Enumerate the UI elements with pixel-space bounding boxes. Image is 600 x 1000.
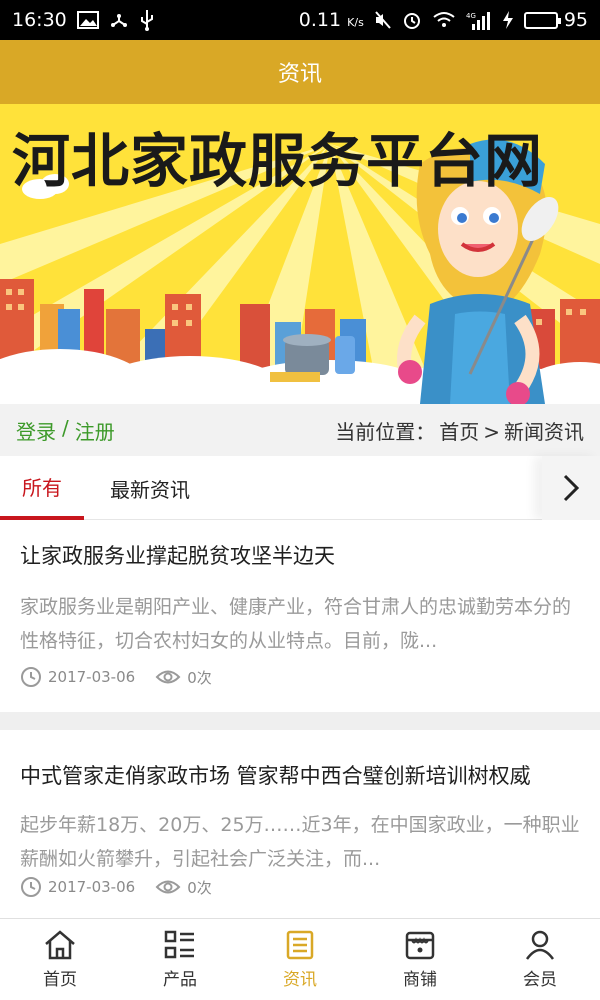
- nav-products[interactable]: 产品: [120, 919, 240, 1000]
- status-left: 16:30: [12, 9, 155, 31]
- eye-icon: [155, 880, 181, 894]
- nav-shop[interactable]: 商铺: [360, 919, 480, 1000]
- breadcrumb-prefix: 当前位置：: [335, 419, 436, 444]
- breadcrumb-arrow: >: [483, 419, 500, 444]
- news-summary: 家政服务业是朝阳产业、健康产业，符合甘肃人的忠诚勤劳本分的性格特征，切合农村妇女…: [20, 596, 572, 652]
- news-meta: 2017-03-06 0次: [20, 666, 224, 688]
- list-icon: [164, 930, 194, 959]
- signal-label: 4G: [466, 12, 476, 20]
- banner-title: 河北家政服务平台网: [12, 127, 544, 195]
- battery-icon: [523, 11, 561, 29]
- net-speed: 0.11 K/s: [298, 9, 364, 31]
- news-views: 0次: [155, 667, 212, 688]
- news-item[interactable]: 中式管家走俏家政市场 管家帮中西合璧创新培训树权威 起步年薪18万、20万、25…: [0, 730, 600, 920]
- news-date: 2017-03-06: [20, 666, 135, 688]
- clock-icon: [21, 877, 41, 897]
- news-date-text: 2017-03-06: [48, 668, 136, 686]
- bottom-nav: 首页 产品 资讯 商铺 会员: [0, 918, 600, 1000]
- clock-icon: [21, 667, 41, 687]
- signal-icon: 4G: [466, 10, 492, 30]
- news-item[interactable]: 让家政服务业撑起脱贫攻坚半边天 家政服务业是朝阳产业、健康产业，符合甘肃人的忠诚…: [0, 520, 600, 712]
- news-date-text: 2017-03-06: [48, 878, 136, 896]
- status-time: 16:30: [12, 9, 67, 31]
- news-date: 2017-03-06: [20, 876, 135, 898]
- login-register: 登录 / 注册: [16, 416, 115, 445]
- battery-indicator: 95: [523, 9, 588, 31]
- tab-latest-news[interactable]: 最新资讯: [90, 456, 210, 520]
- list-divider: [0, 712, 600, 730]
- news-summary: 起步年薪18万、20万、25万……近3年，在中国家政业，一种职业薪酬如火箭攀升，…: [20, 814, 580, 870]
- breadcrumb-current: 新闻资讯: [504, 419, 584, 444]
- shop-icon: [405, 931, 435, 960]
- news-views: 0次: [155, 877, 212, 898]
- home-icon: [45, 930, 75, 960]
- location-bar: 登录 / 注册 当前位置： 首页 > 新闻资讯: [0, 404, 600, 456]
- news-title[interactable]: 让家政服务业撑起脱贫攻坚半边天: [20, 540, 580, 570]
- usb-icon: [139, 9, 155, 31]
- nav-products-label: 产品: [163, 970, 197, 990]
- chevron-right-icon: [563, 474, 580, 502]
- news-list: 让家政服务业撑起脱贫攻坚半边天 家政服务业是朝阳产业、健康产业，符合甘肃人的忠诚…: [0, 520, 600, 918]
- gallery-icon: [76, 11, 99, 29]
- news-views-text: 0次: [187, 668, 212, 687]
- category-tabs: 所有 最新资讯: [0, 456, 600, 520]
- charging-icon: [502, 10, 514, 30]
- nav-home-label: 首页: [43, 970, 77, 990]
- tab-all[interactable]: 所有: [0, 456, 84, 520]
- user-icon: [525, 930, 555, 960]
- banner[interactable]: 河北家政服务平台网: [0, 104, 600, 404]
- nav-home[interactable]: 首页: [0, 919, 120, 1000]
- app-header: 资讯: [0, 40, 600, 104]
- login-divider: /: [62, 415, 69, 440]
- status-right: 0.11 K/s 4G 95: [299, 9, 588, 31]
- eye-icon: [155, 670, 181, 684]
- breadcrumb-home[interactable]: 首页: [439, 420, 479, 444]
- tabs-next-button[interactable]: [542, 456, 600, 520]
- news-icon: [286, 930, 314, 960]
- nav-member[interactable]: 会员: [480, 919, 600, 1000]
- register-link[interactable]: 注册: [75, 416, 115, 445]
- alarm-icon: [402, 10, 422, 30]
- status-bar: 16:30 0.11 K/s 4G 95: [0, 0, 600, 40]
- nav-news-label: 资讯: [283, 970, 317, 990]
- mute-icon: [374, 10, 392, 30]
- wifi-icon: [432, 11, 456, 29]
- news-title[interactable]: 中式管家走俏家政市场 管家帮中西合璧创新培训树权威: [20, 760, 580, 790]
- nav-news[interactable]: 资讯: [240, 919, 360, 1000]
- news-meta: 2017-03-06 0次: [20, 876, 224, 898]
- battery-percent: 95: [563, 9, 588, 31]
- share-hub-icon: [109, 10, 129, 30]
- breadcrumb: 当前位置： 首页 > 新闻资讯: [331, 416, 584, 445]
- login-link[interactable]: 登录: [16, 416, 56, 445]
- news-views-text: 0次: [187, 878, 212, 897]
- nav-shop-label: 商铺: [403, 970, 437, 990]
- page-title: 资讯: [277, 62, 322, 87]
- nav-member-label: 会员: [523, 970, 557, 990]
